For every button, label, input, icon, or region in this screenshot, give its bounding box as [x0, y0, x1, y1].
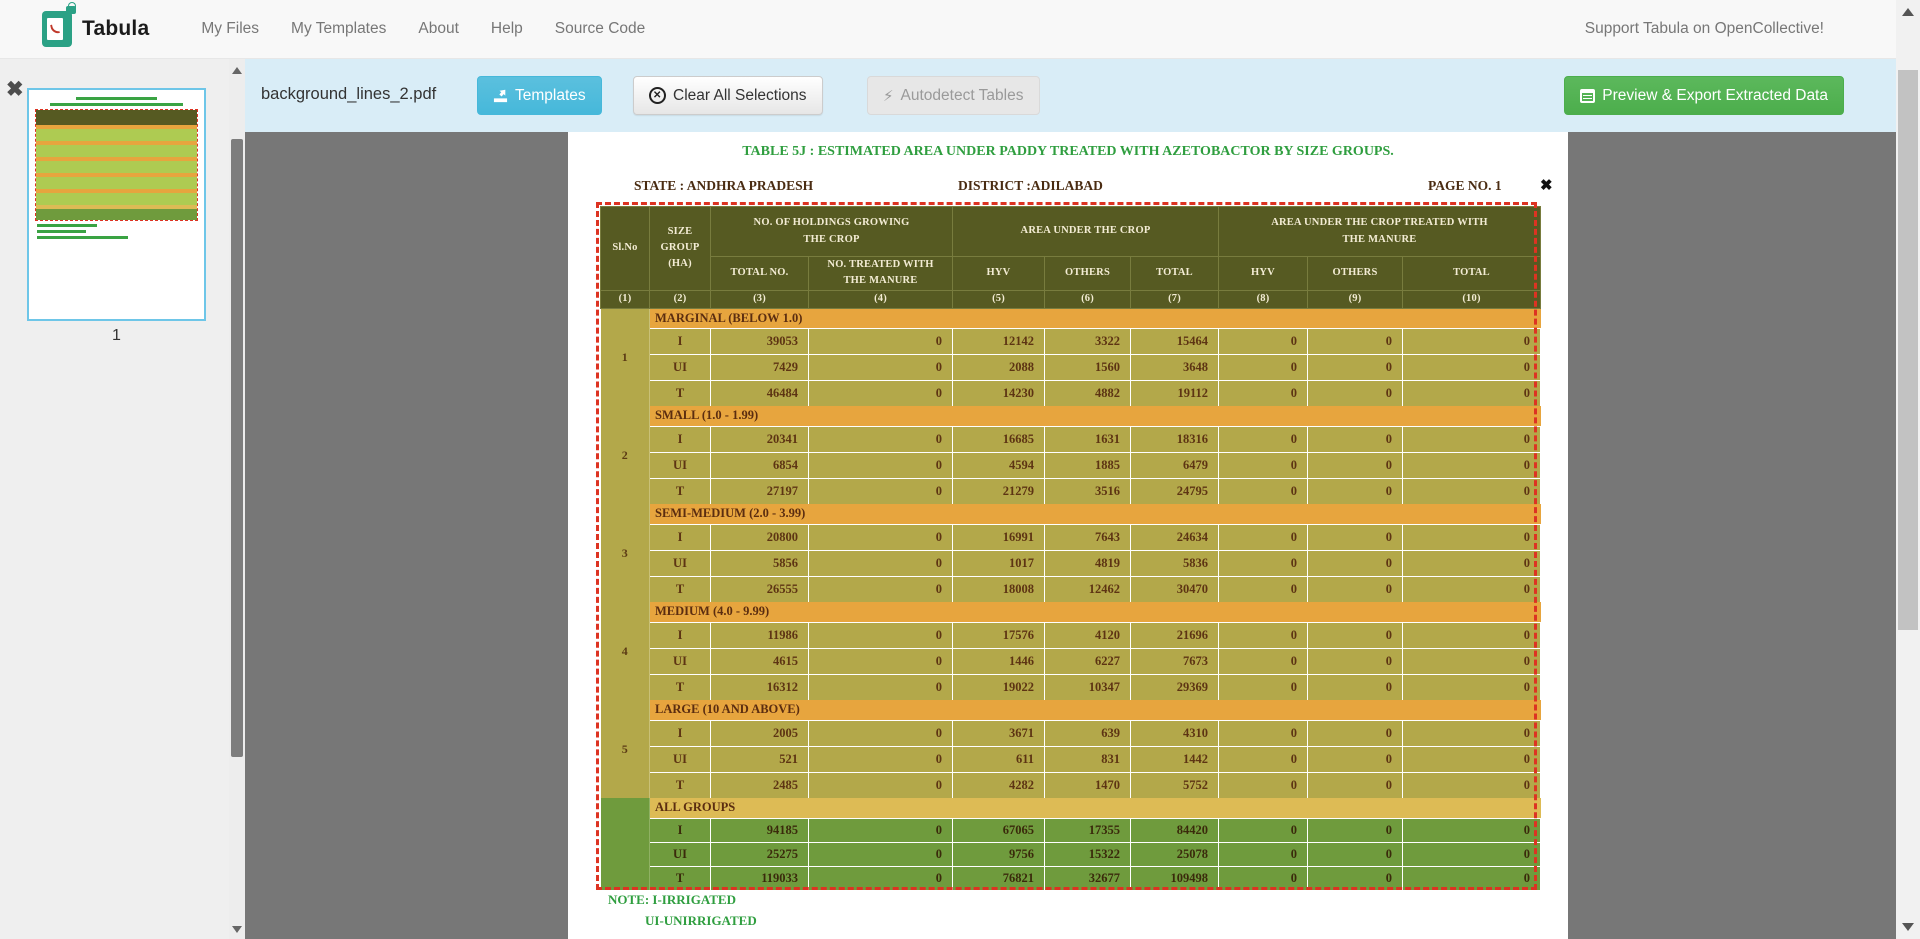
scroll-up-icon[interactable]	[1902, 8, 1914, 16]
scroll-down-icon[interactable]	[1902, 923, 1914, 931]
scroll-down-icon[interactable]	[232, 926, 242, 933]
nav-link-my-files[interactable]: My Files	[185, 20, 275, 38]
doc-page-number: PAGE NO. 1	[1428, 178, 1502, 194]
brand[interactable]: Tabula	[42, 11, 149, 47]
top-navbar: Tabula My Files My Templates About Help …	[0, 0, 1920, 59]
remove-selection-icon[interactable]: ✖	[1540, 176, 1553, 194]
tabula-logo-icon	[42, 11, 72, 47]
sidebar-scrollbar-thumb[interactable]	[231, 139, 243, 757]
thumbnail-page-number: 1	[27, 327, 206, 345]
window-scrollbar[interactable]	[1896, 0, 1920, 939]
nav-link-about[interactable]: About	[402, 20, 475, 38]
nav-link-source-code[interactable]: Source Code	[539, 20, 661, 38]
table-selection-box[interactable]	[596, 202, 1537, 890]
doc-note-line1: NOTE: I-IRRIGATED	[608, 892, 736, 908]
nav-link-help[interactable]: Help	[475, 20, 539, 38]
state-label: STATE : ANDHRA PRADESH	[634, 178, 813, 194]
district-label: DISTRICT :ADILABAD	[958, 178, 1103, 194]
document-table-title: TABLE 5J : ESTIMATED AREA UNDER PADDY TR…	[568, 144, 1568, 160]
nav-links: My Files My Templates About Help Source …	[185, 20, 661, 38]
clear-all-selections-button[interactable]: Clear All Selections	[633, 76, 823, 115]
save-template-icon	[493, 88, 508, 103]
nav-link-my-templates[interactable]: My Templates	[275, 20, 402, 38]
doc-note-line2: UI-UNIRRIGATED	[645, 913, 757, 929]
window-scrollbar-thumb[interactable]	[1898, 70, 1918, 630]
scroll-up-icon[interactable]	[232, 67, 242, 74]
export-table-icon	[1580, 89, 1595, 103]
lock-icon	[66, 6, 76, 14]
document-toolbar: background_lines_2.pdf Templates Clear A…	[245, 59, 1896, 132]
nav-link-support[interactable]: Support Tabula on OpenCollective!	[1585, 20, 1824, 38]
pdf-page[interactable]: TABLE 5J : ESTIMATED AREA UNDER PADDY TR…	[568, 132, 1568, 939]
remove-page-icon[interactable]: ✖	[6, 79, 24, 100]
page-thumbnail-sidebar: ✖ 1	[0, 59, 245, 939]
tabula-app: Tabula My Files My Templates About Help …	[0, 0, 1920, 939]
templates-button[interactable]: Templates	[477, 76, 602, 115]
lightning-bolt-icon: ⚡︎	[883, 87, 894, 105]
pdf-viewport: TABLE 5J : ESTIMATED AREA UNDER PADDY TR…	[245, 132, 1896, 939]
sidebar-scrollbar[interactable]	[229, 59, 245, 939]
autodetect-tables-button[interactable]: ⚡︎ Autodetect Tables	[867, 76, 1040, 115]
thumbnail-selection-overlay	[35, 109, 198, 221]
brand-name: Tabula	[82, 17, 149, 41]
preview-export-button[interactable]: Preview & Export Extracted Data	[1564, 76, 1844, 115]
page-thumbnail[interactable]	[27, 88, 206, 321]
clear-selections-icon	[649, 87, 666, 104]
document-filename: background_lines_2.pdf	[261, 85, 436, 104]
